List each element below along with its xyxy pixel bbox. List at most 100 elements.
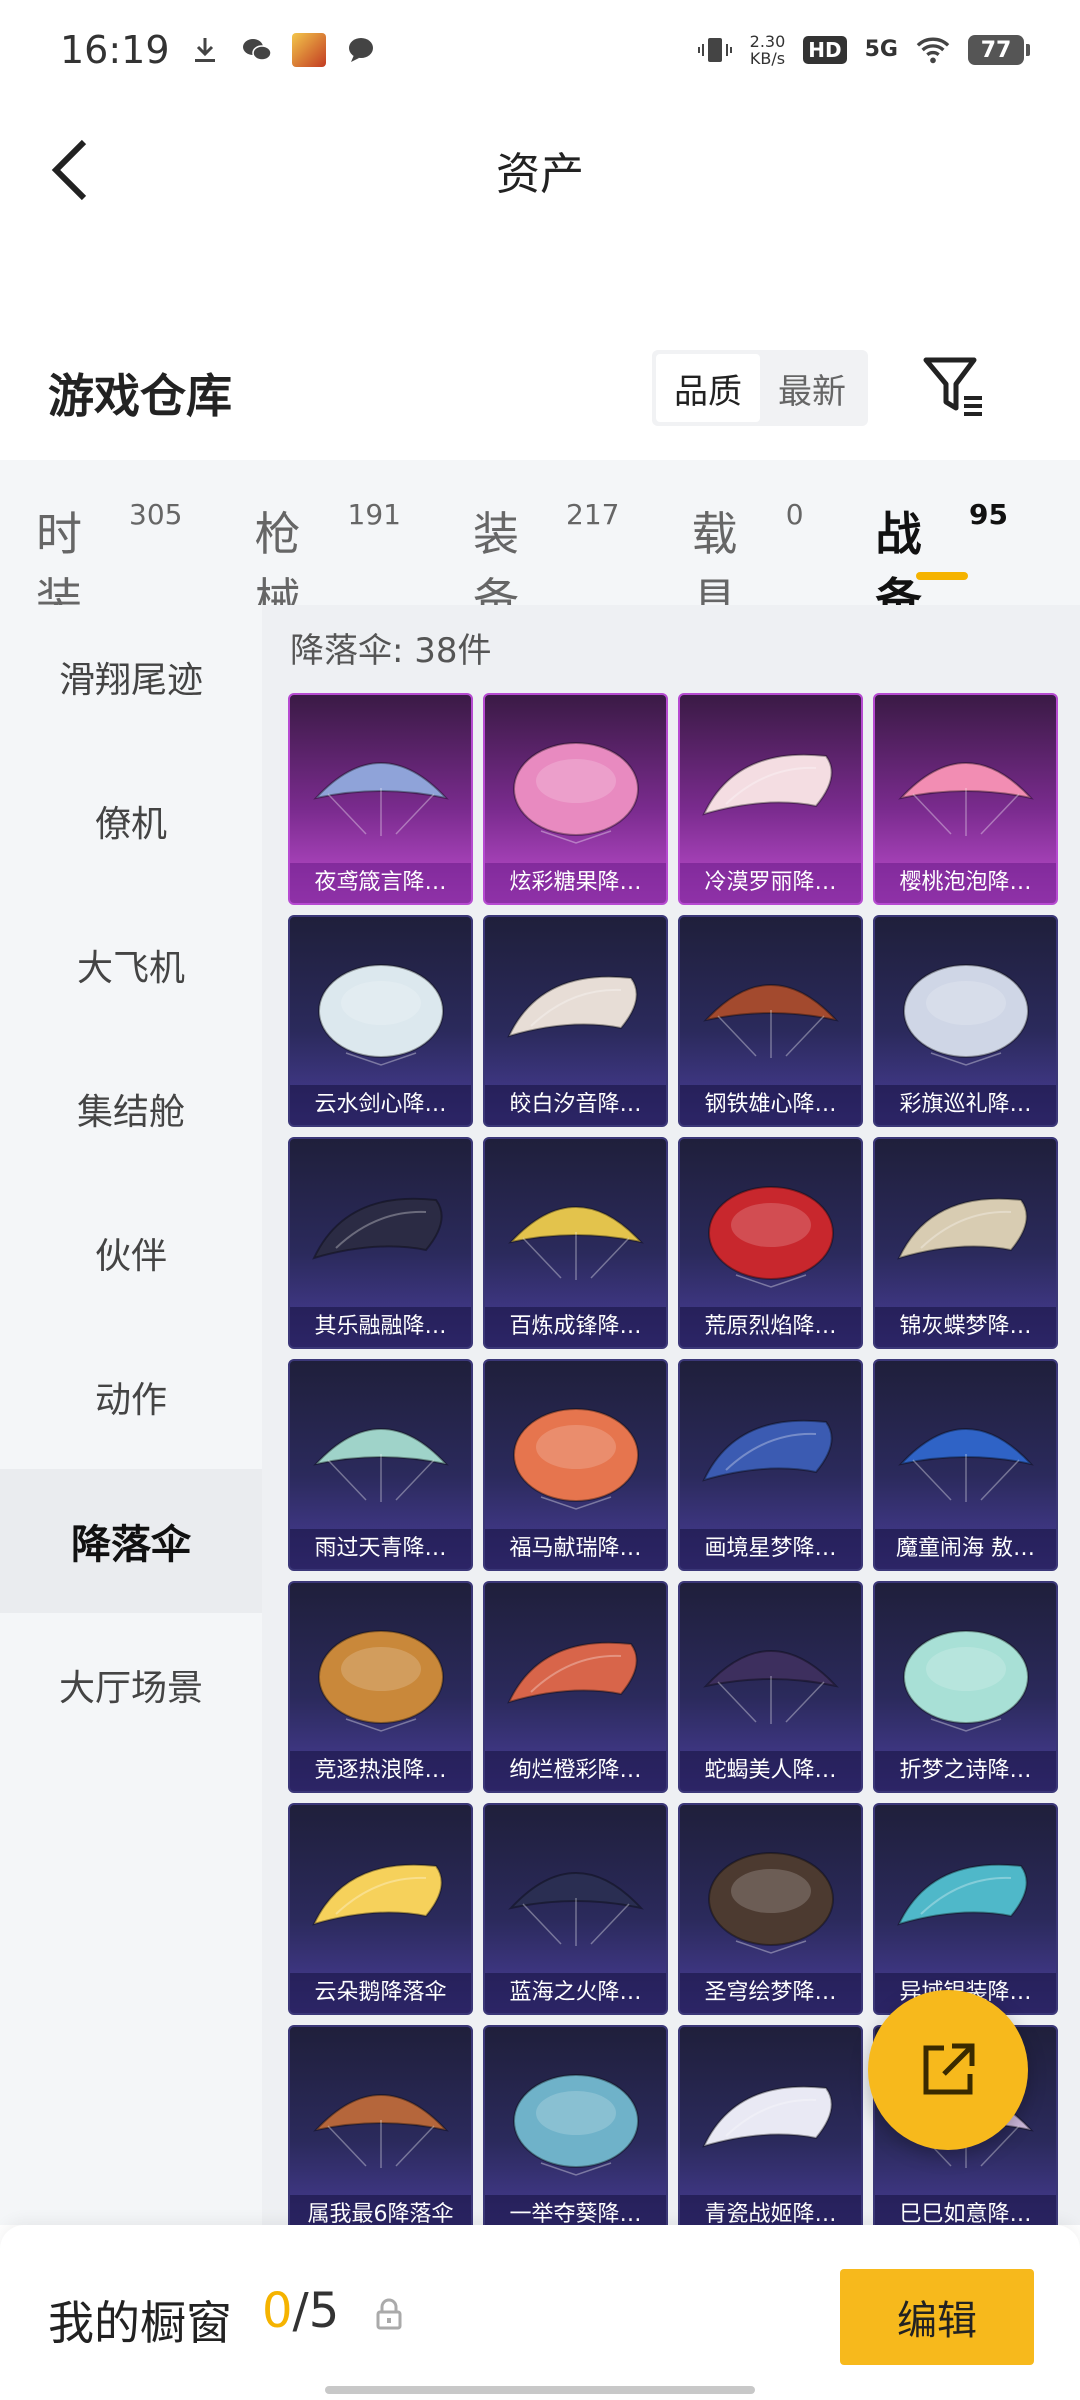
warehouse-header: 游戏仓库 品质 最新	[0, 340, 1080, 440]
parachute-name: 云水剑心降…	[290, 1085, 471, 1125]
showcase-current: 0	[262, 2283, 293, 2339]
parachute-image	[875, 1165, 1056, 1305]
parachute-image	[875, 1387, 1056, 1527]
parachute-item-card[interactable]: 樱桃泡泡降…	[873, 693, 1058, 905]
wechat-icon	[240, 33, 274, 67]
side-item-glide-trail[interactable]: 滑翔尾迹	[0, 605, 262, 749]
side-item-companion[interactable]: 伙伴	[0, 1181, 262, 1325]
parachute-image	[680, 1609, 861, 1749]
tab-vehicles[interactable]: 载具 0	[692, 460, 804, 627]
parachute-item-card[interactable]: 百炼成锋降…	[483, 1137, 668, 1349]
tab-fashion[interactable]: 时装 305	[36, 460, 183, 627]
parachute-item-card[interactable]: 圣穹绘梦降…	[678, 1803, 863, 2015]
parachute-item-card[interactable]: 云水剑心降…	[288, 915, 473, 1127]
parachute-item-card[interactable]: 绚烂橙彩降…	[483, 1581, 668, 1793]
parachute-name: 百炼成锋降…	[485, 1307, 666, 1347]
parachute-item-card[interactable]: 福马献瑞降…	[483, 1359, 668, 1571]
parachute-image	[290, 2053, 471, 2193]
parachute-item-card[interactable]: 属我最6降落伞	[288, 2025, 473, 2225]
parachute-name: 夜鸢箴言降…	[290, 863, 471, 903]
status-time: 16:19	[60, 28, 170, 72]
side-item-wingman[interactable]: 僚机	[0, 749, 262, 893]
parachute-item-card[interactable]: 彩旗巡礼降…	[873, 915, 1058, 1127]
parachute-image	[290, 1831, 471, 1971]
parachute-image	[875, 1831, 1056, 1971]
parachute-name: 冷漠罗丽降…	[680, 863, 861, 903]
side-item-assembly-pod[interactable]: 集结舱	[0, 1037, 262, 1181]
parachute-item-card[interactable]: 钢铁雄心降…	[678, 915, 863, 1127]
parachute-item-card[interactable]: 魔童闹海 敖…	[873, 1359, 1058, 1571]
parachute-name: 炫彩糖果降…	[485, 863, 666, 903]
parachute-item-card[interactable]: 雨过天青降…	[288, 1359, 473, 1571]
page-title: 资产	[496, 149, 584, 200]
parachute-name: 锦灰蝶梦降…	[875, 1307, 1056, 1347]
sort-quality-option[interactable]: 品质	[656, 354, 760, 422]
parachute-item-card[interactable]: 炫彩糖果降…	[483, 693, 668, 905]
edit-button[interactable]: 编辑	[840, 2269, 1034, 2365]
parachute-name: 一举夺葵降…	[485, 2195, 666, 2225]
parachute-image	[485, 721, 666, 861]
sort-toggle: 品质 最新	[652, 350, 868, 426]
parachute-name: 雨过天青降…	[290, 1529, 471, 1569]
parachute-image	[485, 1609, 666, 1749]
parachute-image	[290, 1609, 471, 1749]
parachute-item-card[interactable]: 夜鸢箴言降…	[288, 693, 473, 905]
app-notification-icon	[291, 33, 326, 67]
title-bar: 资产	[0, 110, 1080, 230]
parachute-item-card[interactable]: 青瓷战姬降…	[678, 2025, 863, 2225]
parachute-item-card[interactable]: 折梦之诗降…	[873, 1581, 1058, 1793]
parachute-item-card[interactable]: 一举夺葵降…	[483, 2025, 668, 2225]
parachute-item-card[interactable]: 画境星梦降…	[678, 1359, 863, 1571]
tab-weapons[interactable]: 枪械 191	[255, 460, 402, 627]
vibrate-icon	[697, 33, 732, 67]
parachute-name: 皎白汐音降…	[485, 1085, 666, 1125]
parachute-name: 圣穹绘梦降…	[680, 1973, 861, 2013]
parachute-image	[680, 1387, 861, 1527]
parachute-image	[680, 1831, 861, 1971]
parachute-image	[485, 1387, 666, 1527]
side-item-emote[interactable]: 动作	[0, 1325, 262, 1469]
parachute-item-card[interactable]: 荒原烈焰降…	[678, 1137, 863, 1349]
share-button[interactable]	[868, 1990, 1028, 2150]
active-tab-indicator	[915, 572, 968, 580]
message-icon	[344, 33, 378, 67]
tab-count: 217	[566, 498, 620, 531]
parachute-image	[290, 1387, 471, 1527]
tab-battle-gear[interactable]: 战备 95	[876, 460, 1008, 627]
parachute-image	[485, 1831, 666, 1971]
parachute-image	[485, 2053, 666, 2193]
filter-icon	[923, 357, 982, 416]
sort-latest-option[interactable]: 最新	[760, 354, 864, 422]
signal-5g-icon: 5G	[864, 37, 898, 62]
parachute-image	[290, 721, 471, 861]
parachute-name: 画境星梦降…	[680, 1529, 861, 1569]
parachute-name: 魔童闹海 敖…	[875, 1529, 1056, 1569]
side-item-lobby-scene[interactable]: 大厅场景	[0, 1613, 262, 1757]
category-tabs: 时装 305 枪械 191 装备 217 载具 0 战备 95	[0, 460, 1080, 627]
showcase-count: 0/5	[262, 2283, 339, 2339]
tab-equipment[interactable]: 装备 217	[473, 460, 620, 627]
status-bar: 16:19 2.30 KB/s HD 5G 77	[0, 0, 1080, 100]
parachute-item-card[interactable]: 云朵鹅降落伞	[288, 1803, 473, 2015]
parachute-item-card[interactable]: 皎白汐音降…	[483, 915, 668, 1127]
parachute-name: 福马献瑞降…	[485, 1529, 666, 1569]
filter-button[interactable]	[920, 352, 988, 420]
side-item-parachute[interactable]: 降落伞	[0, 1469, 262, 1613]
parachute-item-card[interactable]: 冷漠罗丽降…	[678, 693, 863, 905]
network-speed: 2.30 KB/s	[749, 32, 786, 68]
lock-icon	[376, 2298, 402, 2330]
parachute-image	[485, 1165, 666, 1305]
parachute-item-card[interactable]: 蓝海之火降…	[483, 1803, 668, 2015]
parachute-item-card[interactable]: 蛇蝎美人降…	[678, 1581, 863, 1793]
parachute-name: 荒原烈焰降…	[680, 1307, 861, 1347]
hd-badge: HD	[803, 36, 847, 64]
side-item-big-plane[interactable]: 大飞机	[0, 893, 262, 1037]
parachute-image	[680, 2053, 861, 2193]
parachute-name: 绚烂橙彩降…	[485, 1751, 666, 1791]
parachute-item-card[interactable]: 异域银装降…	[873, 1803, 1058, 2015]
parachute-item-card[interactable]: 其乐融融降…	[288, 1137, 473, 1349]
tab-count: 191	[347, 498, 401, 531]
parachute-item-card[interactable]: 竞逐热浪降…	[288, 1581, 473, 1793]
parachute-name: 其乐融融降…	[290, 1307, 471, 1347]
parachute-item-card[interactable]: 锦灰蝶梦降…	[873, 1137, 1058, 1349]
